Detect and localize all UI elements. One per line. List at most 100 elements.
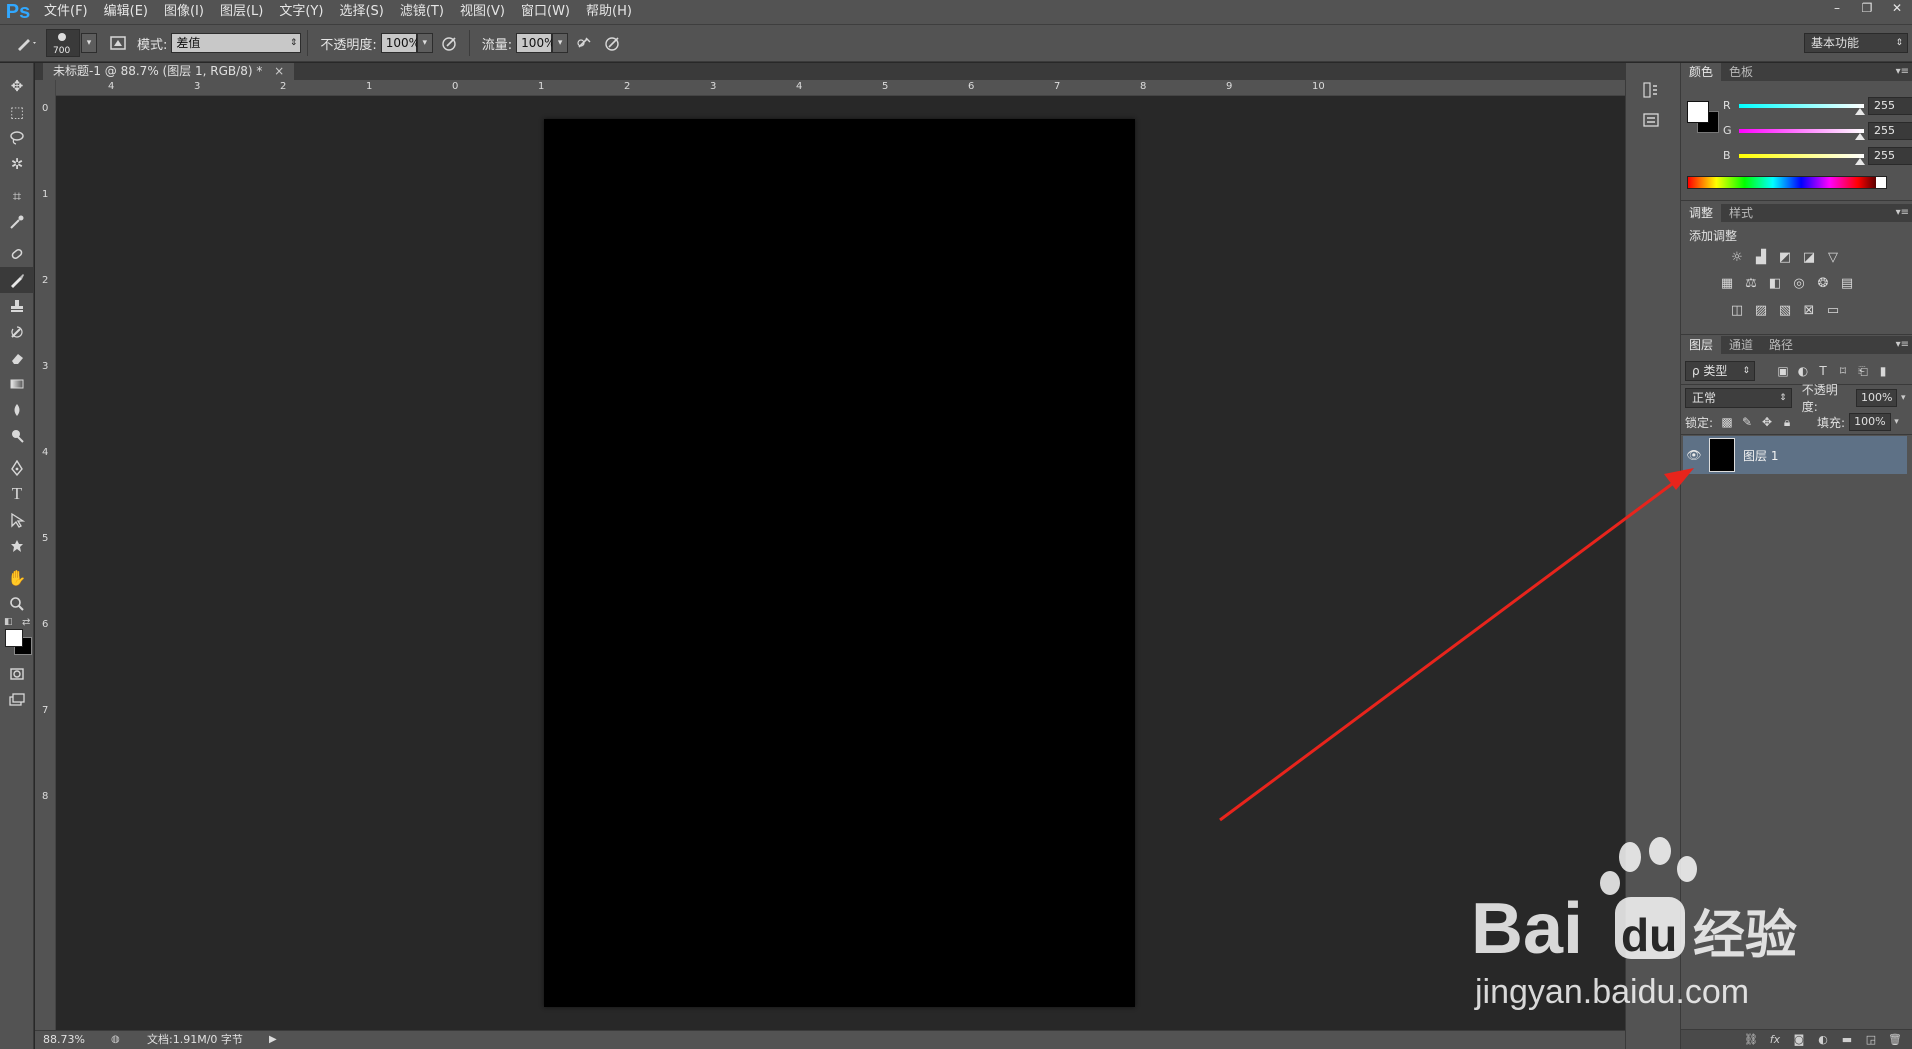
lock-image-icon[interactable]: ✎: [1737, 412, 1757, 432]
restore-button[interactable]: ❐: [1852, 0, 1882, 18]
levels-icon[interactable]: ▟: [1749, 246, 1773, 268]
pen-tool-icon[interactable]: [0, 455, 34, 481]
menu-image[interactable]: 图像(I): [156, 0, 212, 24]
panel-menu-icon[interactable]: ▾≡: [1896, 204, 1909, 222]
lock-all-icon[interactable]: 🔒︎: [1777, 412, 1797, 432]
history-brush-tool-icon[interactable]: [0, 319, 34, 345]
channel-r-slider[interactable]: [1739, 104, 1864, 108]
status-menu-arrow-icon[interactable]: ▶: [269, 1031, 277, 1049]
channel-g-value[interactable]: 255: [1868, 122, 1912, 140]
new-adjustment-layer-icon[interactable]: ◐: [1811, 1033, 1835, 1046]
type-tool-icon[interactable]: T: [0, 481, 34, 507]
menu-window[interactable]: 窗口(W): [513, 0, 578, 24]
posterize-icon[interactable]: ▨: [1749, 299, 1773, 321]
hue-saturation-icon[interactable]: ▦: [1715, 272, 1739, 294]
layer-filter-select[interactable]: ρ 类型 ⇕: [1685, 361, 1755, 381]
tab-adjustments[interactable]: 调整: [1681, 204, 1722, 222]
layer-opacity-dropdown[interactable]: ▾: [1897, 389, 1909, 407]
link-layers-icon[interactable]: ⛓︎: [1739, 1033, 1763, 1046]
eraser-tool-icon[interactable]: [0, 345, 34, 371]
blur-tool-icon[interactable]: [0, 397, 34, 423]
slider-thumb-icon[interactable]: [1855, 158, 1865, 165]
filter-smart-object-icon[interactable]: ⎗: [1853, 361, 1873, 381]
selective-color-icon[interactable]: ⊠: [1797, 299, 1821, 321]
panel-menu-icon[interactable]: ▾≡: [1896, 63, 1909, 81]
workspace-select[interactable]: 基本功能 ⇕: [1804, 33, 1908, 53]
pressure-size-icon[interactable]: [600, 30, 626, 56]
document-canvas[interactable]: [544, 119, 1135, 1007]
swap-colors-icon[interactable]: ⇄: [22, 617, 30, 628]
magic-wand-tool-icon[interactable]: ✲: [0, 151, 34, 177]
history-panel-icon[interactable]: [1636, 77, 1666, 103]
brush-size-dropdown[interactable]: ▾: [81, 33, 97, 53]
tab-channels[interactable]: 通道: [1721, 336, 1761, 354]
filter-shape-icon[interactable]: ⌑: [1833, 361, 1853, 381]
layer-name[interactable]: 图层 1: [1743, 447, 1778, 464]
filter-adjustment-icon[interactable]: ◐: [1793, 361, 1813, 381]
tab-styles[interactable]: 样式: [1721, 204, 1761, 222]
crop-tool-icon[interactable]: ⌗: [0, 183, 34, 209]
quick-mask-icon[interactable]: [0, 661, 34, 687]
vertical-ruler[interactable]: 0 1 2 3 4 5 6 7 8: [35, 80, 56, 1030]
menu-select[interactable]: 选择(S): [331, 0, 391, 24]
foreground-color-chip[interactable]: [1687, 101, 1709, 123]
close-document-icon[interactable]: ×: [274, 64, 284, 78]
menu-layer[interactable]: 图层(L): [212, 0, 271, 24]
color-spectrum-bar[interactable]: [1687, 176, 1887, 189]
threshold-icon[interactable]: ▧: [1773, 299, 1797, 321]
filter-pixel-icon[interactable]: ▣: [1773, 361, 1793, 381]
opacity-dropdown[interactable]: ▾: [416, 33, 433, 53]
fill-dropdown[interactable]: ▾: [1891, 413, 1903, 431]
filter-type-icon[interactable]: T: [1813, 361, 1833, 381]
eyedropper-tool-icon[interactable]: [0, 209, 34, 235]
tab-layers[interactable]: 图层: [1681, 336, 1722, 354]
channel-r-value[interactable]: 255: [1868, 97, 1912, 115]
marquee-tool-icon[interactable]: ⬚: [0, 99, 34, 125]
minimize-button[interactable]: –: [1822, 0, 1852, 18]
blend-mode-select[interactable]: 差值 ⇕: [171, 33, 302, 53]
lasso-tool-icon[interactable]: [0, 125, 34, 151]
lock-position-icon[interactable]: ✥: [1757, 412, 1777, 432]
screen-mode-icon[interactable]: [0, 687, 34, 713]
fill-field[interactable]: 100%: [1849, 413, 1891, 431]
exposure-icon[interactable]: ◪: [1797, 246, 1821, 268]
spectrum-white-chip[interactable]: [1876, 177, 1886, 188]
tab-paths[interactable]: 路径: [1761, 336, 1801, 354]
flow-dropdown[interactable]: ▾: [552, 33, 569, 53]
tab-swatches[interactable]: 色板: [1721, 63, 1761, 81]
invert-icon[interactable]: ◫: [1725, 299, 1749, 321]
zoom-tool-icon[interactable]: [0, 591, 34, 617]
layer-blend-mode-select[interactable]: 正常 ⇕: [1685, 388, 1792, 408]
foreground-color-swatch[interactable]: [5, 629, 23, 647]
brush-tool-icon[interactable]: [0, 267, 34, 293]
zoom-level[interactable]: 88.73%: [43, 1031, 85, 1049]
brush-panel-toggle-icon[interactable]: [105, 30, 131, 56]
layer-row[interactable]: 👁︎ 图层 1: [1683, 436, 1907, 474]
horizontal-ruler[interactable]: 4 3 2 1 0 1 2 3 4 5 6 7 8 9 10: [56, 80, 1625, 96]
default-colors-icon[interactable]: ◧: [4, 617, 13, 627]
close-button[interactable]: ✕: [1882, 0, 1912, 18]
slider-thumb-icon[interactable]: [1855, 133, 1865, 140]
document-tab[interactable]: 未标题-1 @ 88.7% (图层 1, RGB/8) * ×: [43, 63, 295, 80]
brush-size-picker[interactable]: 700: [46, 29, 80, 57]
black-white-icon[interactable]: ◧: [1763, 272, 1787, 294]
add-mask-icon[interactable]: ◙: [1787, 1033, 1811, 1046]
spot-healing-tool-icon[interactable]: [0, 241, 34, 267]
layer-opacity-field[interactable]: 100%: [1855, 389, 1898, 407]
hand-tool-icon[interactable]: ✋: [0, 565, 34, 591]
menu-help[interactable]: 帮助(H): [578, 0, 640, 24]
dodge-tool-icon[interactable]: [0, 423, 34, 449]
channel-g-slider[interactable]: [1739, 129, 1864, 133]
move-tool-icon[interactable]: ✥: [0, 73, 34, 99]
brush-tool-preset-icon[interactable]: [14, 30, 40, 56]
tab-color[interactable]: 颜色: [1681, 63, 1722, 81]
color-lookup-icon[interactable]: ▤: [1835, 272, 1859, 294]
delete-layer-icon[interactable]: 🗑︎: [1883, 1033, 1907, 1046]
menu-type[interactable]: 文字(Y): [271, 0, 331, 24]
channel-mixer-icon[interactable]: ❂: [1811, 272, 1835, 294]
pressure-opacity-icon[interactable]: [437, 30, 463, 56]
layer-style-icon[interactable]: fx: [1763, 1033, 1787, 1046]
flow-field[interactable]: 100%: [516, 33, 555, 53]
photo-filter-icon[interactable]: ◎: [1787, 272, 1811, 294]
new-layer-icon[interactable]: ◲: [1859, 1033, 1883, 1046]
